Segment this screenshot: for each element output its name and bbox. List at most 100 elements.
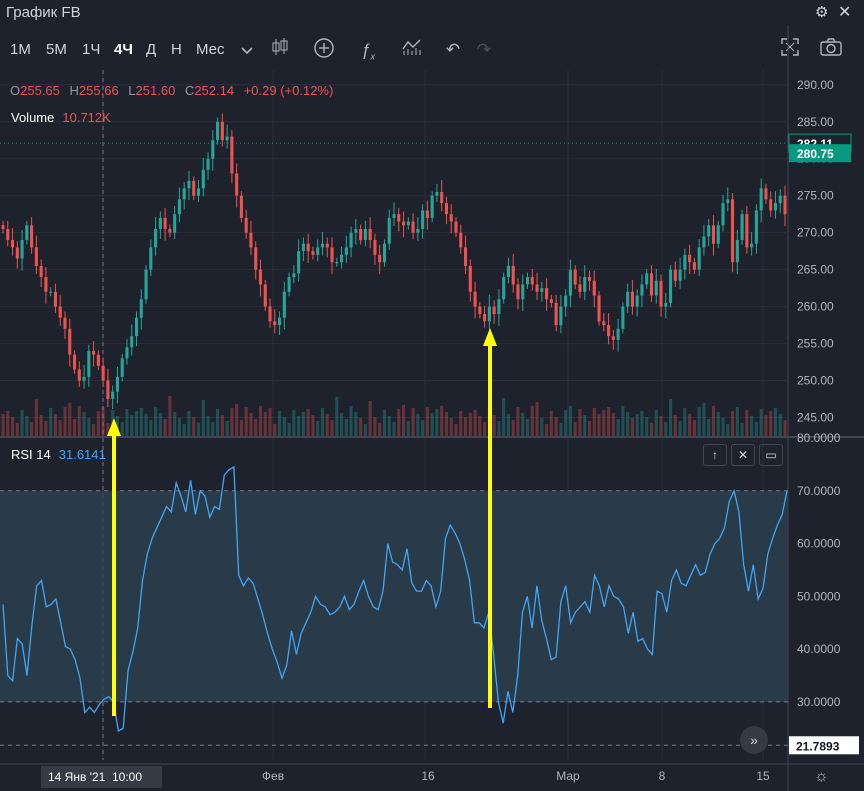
volume-bar (77, 406, 81, 436)
volume-bar (449, 418, 453, 436)
volume-bar (282, 417, 286, 436)
volume-bar (716, 412, 720, 436)
volume-value: 10.712K (62, 110, 111, 125)
volume-bar (778, 414, 782, 436)
candle-body (158, 217, 162, 229)
volume-bar (530, 406, 534, 436)
volume-bar (525, 419, 530, 436)
rsi-tick-label: 50.0000 (797, 589, 841, 603)
volume-bar (630, 418, 634, 436)
low-label: L (128, 83, 136, 98)
price-tick-label: 260.00 (797, 300, 834, 314)
volume-bar (711, 406, 716, 436)
candle-body (92, 350, 96, 355)
candle-body (368, 228, 372, 241)
candle-body (258, 269, 263, 285)
candle-body (68, 328, 72, 355)
candle-body (602, 321, 606, 326)
volume-bar (363, 424, 367, 436)
candle-body (573, 269, 577, 285)
candle-body (525, 277, 530, 285)
candle-body (702, 236, 706, 248)
candle-body (764, 188, 768, 200)
candle-body (578, 284, 582, 292)
volume-bar (721, 418, 725, 436)
candle-body (492, 306, 496, 314)
volume-bar (196, 423, 201, 436)
volume-bar (72, 419, 77, 436)
volume-bar (692, 420, 696, 436)
volume-bar (702, 403, 706, 436)
candle-body (25, 225, 29, 241)
volume-bar (387, 416, 391, 436)
candle-body (87, 350, 91, 377)
volume-bar (754, 422, 758, 436)
candle-body (335, 262, 339, 264)
candle-body (530, 277, 534, 285)
candle-body (759, 188, 763, 211)
volume-bar (344, 419, 348, 436)
volume-bar (635, 414, 639, 436)
chart-canvas[interactable]: 290.00285.00280.00275.00270.00265.00260.… (0, 0, 864, 791)
time-tick-label: 8 (659, 769, 666, 783)
open-value: 255.65 (20, 83, 60, 98)
candle-body (568, 269, 572, 296)
volume-bar (154, 407, 158, 436)
candle-body (130, 336, 134, 348)
price-tick-label: 285.00 (797, 115, 834, 129)
scroll-forward-icon[interactable]: » (740, 726, 768, 754)
rsi-band (0, 490, 788, 746)
volume-bar (401, 405, 406, 436)
candle-body (192, 180, 196, 196)
candle-body (406, 221, 410, 226)
candle-body (216, 121, 220, 141)
candle-body (659, 280, 663, 307)
volume-bar (564, 410, 568, 436)
volume-bar (182, 424, 186, 436)
candle-body (325, 243, 329, 248)
candles (1, 113, 787, 410)
candle-body (249, 232, 253, 248)
volume-bar (654, 410, 658, 436)
high-label: H (69, 83, 79, 98)
close-value: 252.14 (194, 83, 235, 98)
candle-body (516, 284, 520, 300)
candle-body (330, 247, 334, 263)
price-tick-label: 265.00 (797, 263, 834, 277)
rsi-value: 31.6141 (58, 447, 106, 462)
volume-bar (192, 417, 196, 436)
change-value: +0.29 (+0.12%) (243, 83, 334, 98)
volume-bar (244, 407, 248, 436)
volume-bar (740, 423, 744, 436)
candle-body (349, 232, 353, 248)
candle-body (592, 280, 596, 296)
volume-bar (459, 411, 463, 436)
pane-move-up-icon[interactable]: ↑ (703, 444, 727, 466)
volume-bar (592, 408, 596, 436)
volume-bar (750, 416, 754, 436)
candle-body (230, 136, 234, 174)
volume-bar (1, 414, 5, 436)
candle-body (545, 288, 549, 300)
volume-bar (506, 414, 510, 436)
volume-bar (382, 410, 387, 436)
candle-body (6, 228, 10, 241)
volume-bar (759, 409, 763, 436)
candle-body (549, 299, 553, 303)
volume-bar (34, 399, 38, 436)
volume-bar (731, 411, 735, 436)
volume-bar (683, 408, 687, 436)
candle-body (497, 299, 501, 314)
volume-bar (373, 417, 377, 436)
candle-body (254, 247, 258, 270)
time-tick-label: Мар (556, 769, 580, 783)
volume-bar (130, 415, 134, 436)
pane-maximize-icon[interactable]: ▭ (759, 444, 783, 466)
candle-body (363, 228, 367, 241)
axis-settings-icon[interactable]: ☼ (814, 768, 829, 786)
volume-bar (497, 421, 501, 436)
pane-close-icon[interactable]: ✕ (731, 444, 755, 466)
candle-body (49, 291, 53, 293)
candle-body (72, 354, 77, 370)
candle-body (554, 302, 558, 326)
